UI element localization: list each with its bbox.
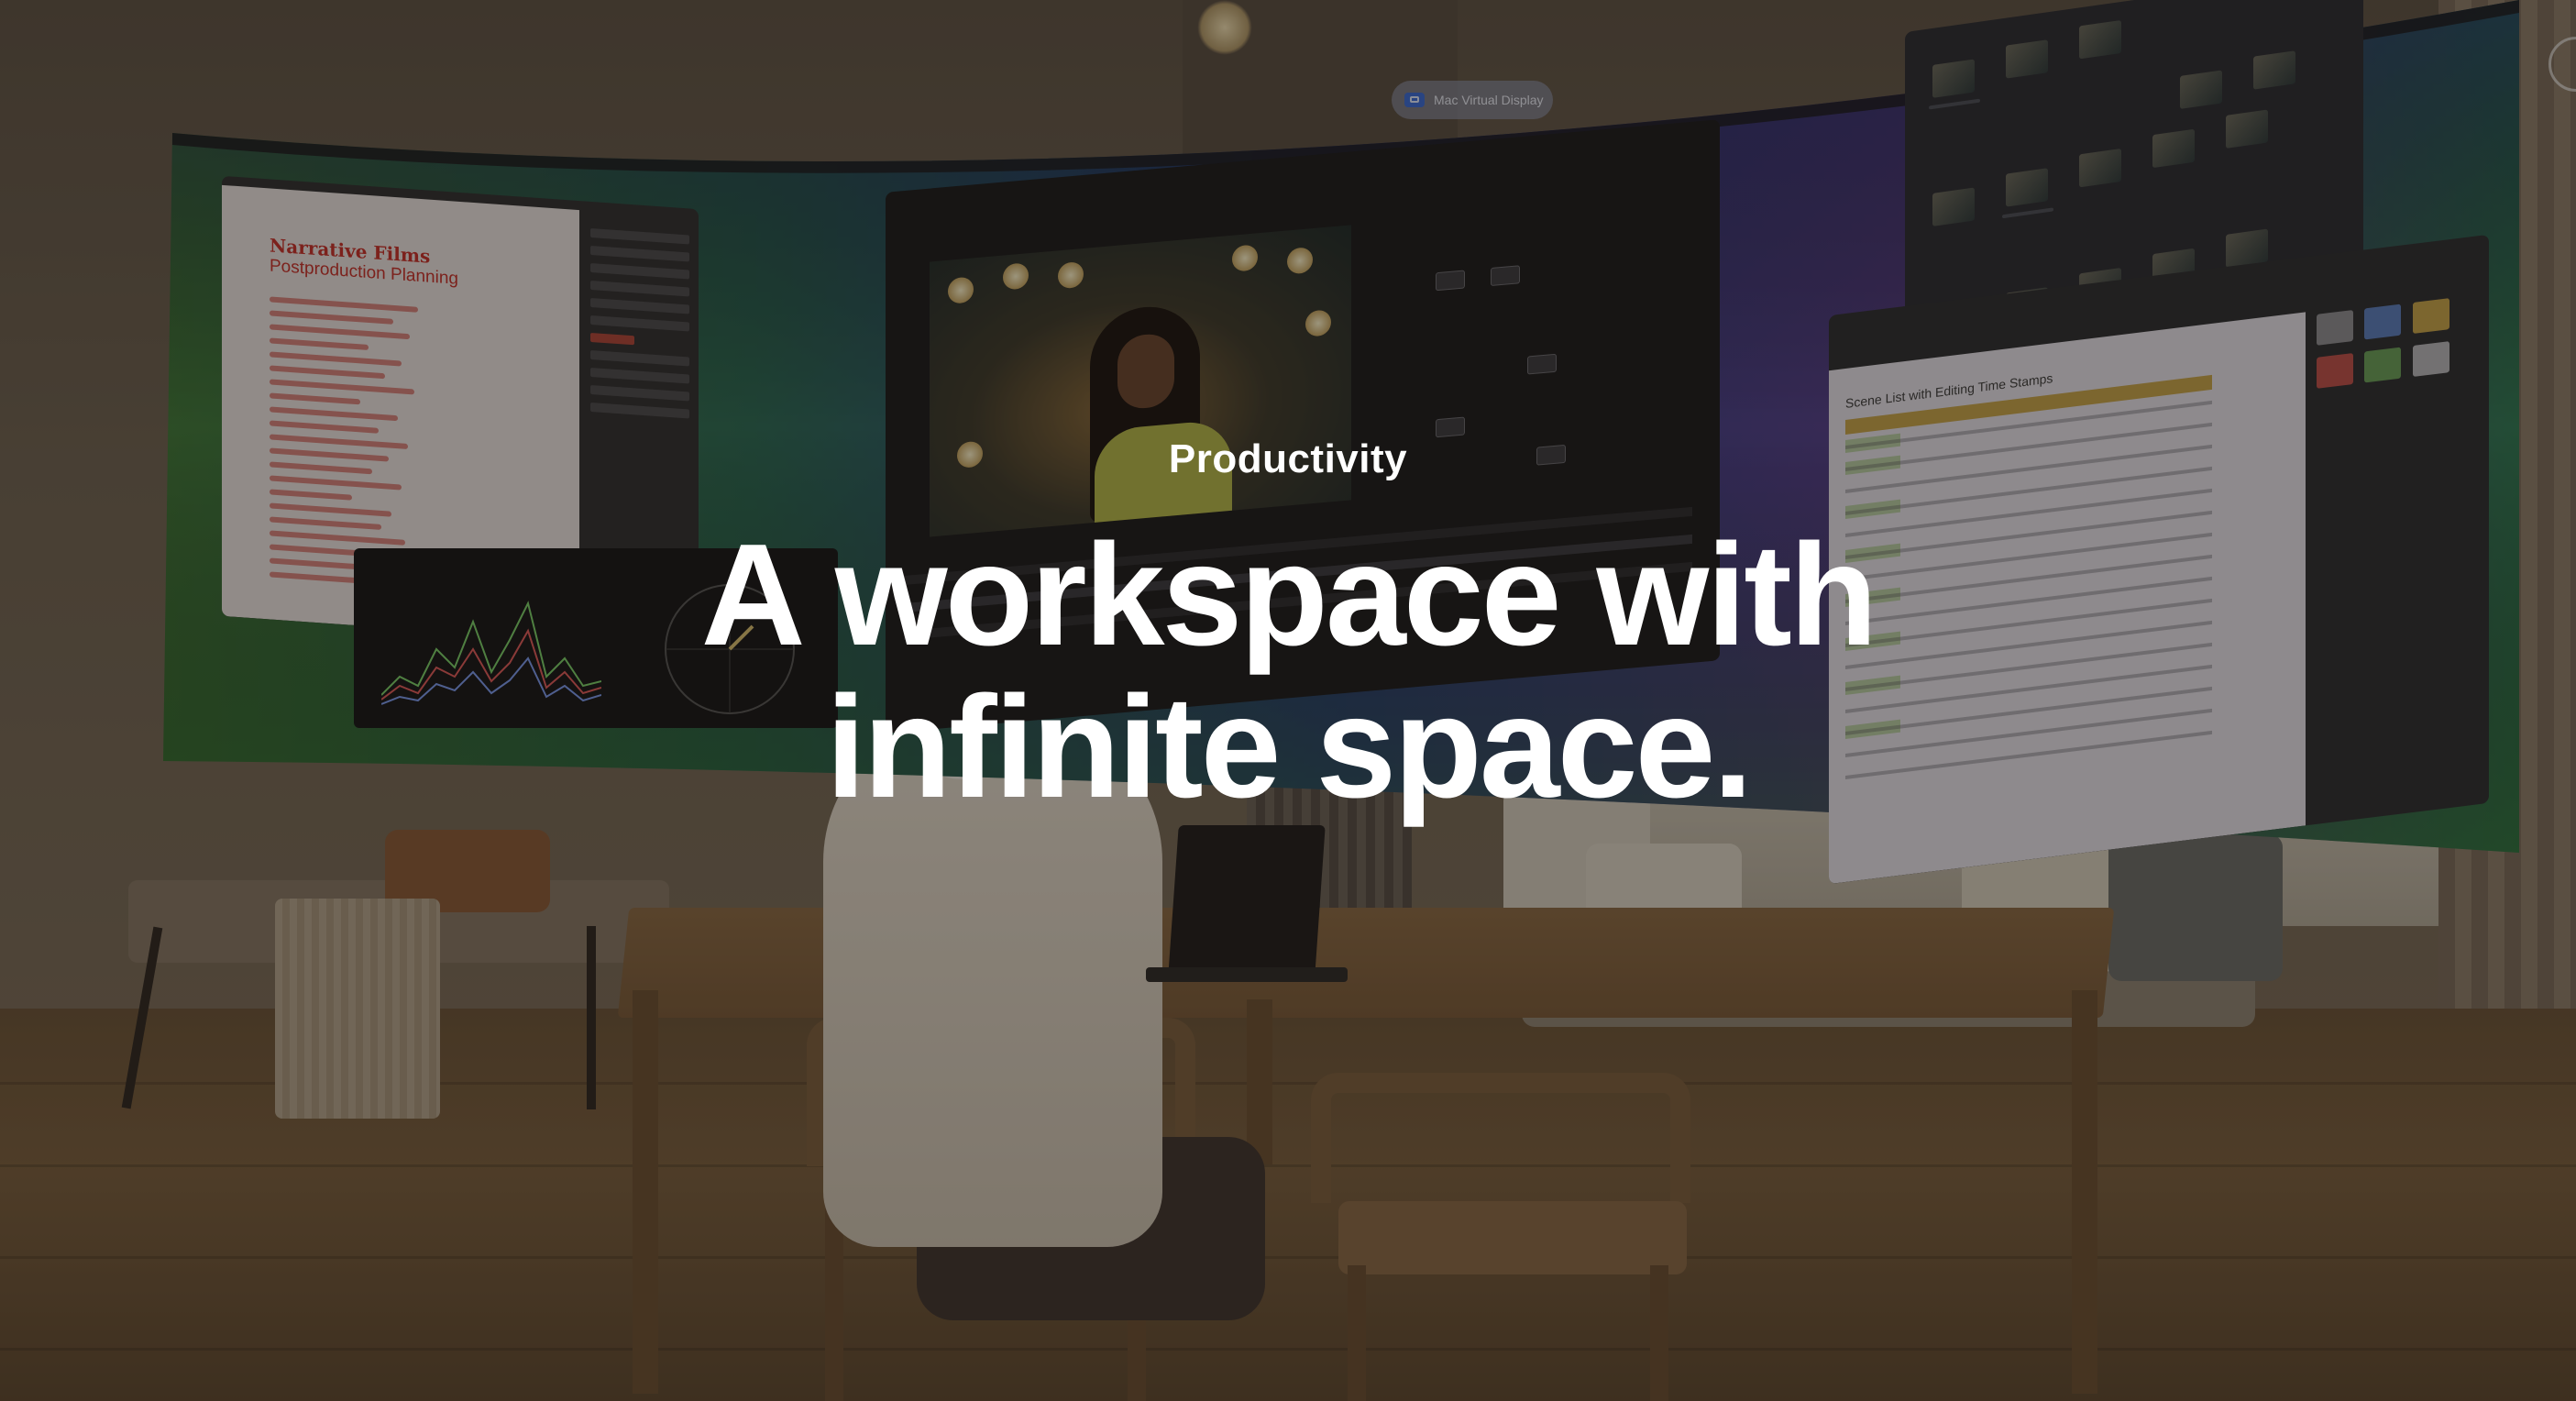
headline-line-1: A workspace with	[700, 514, 1878, 676]
section-eyebrow: Productivity	[1168, 436, 1408, 481]
hero-headline: A workspace with infinite space.	[0, 519, 2576, 823]
headline-line-2: infinite space.	[825, 667, 1754, 828]
